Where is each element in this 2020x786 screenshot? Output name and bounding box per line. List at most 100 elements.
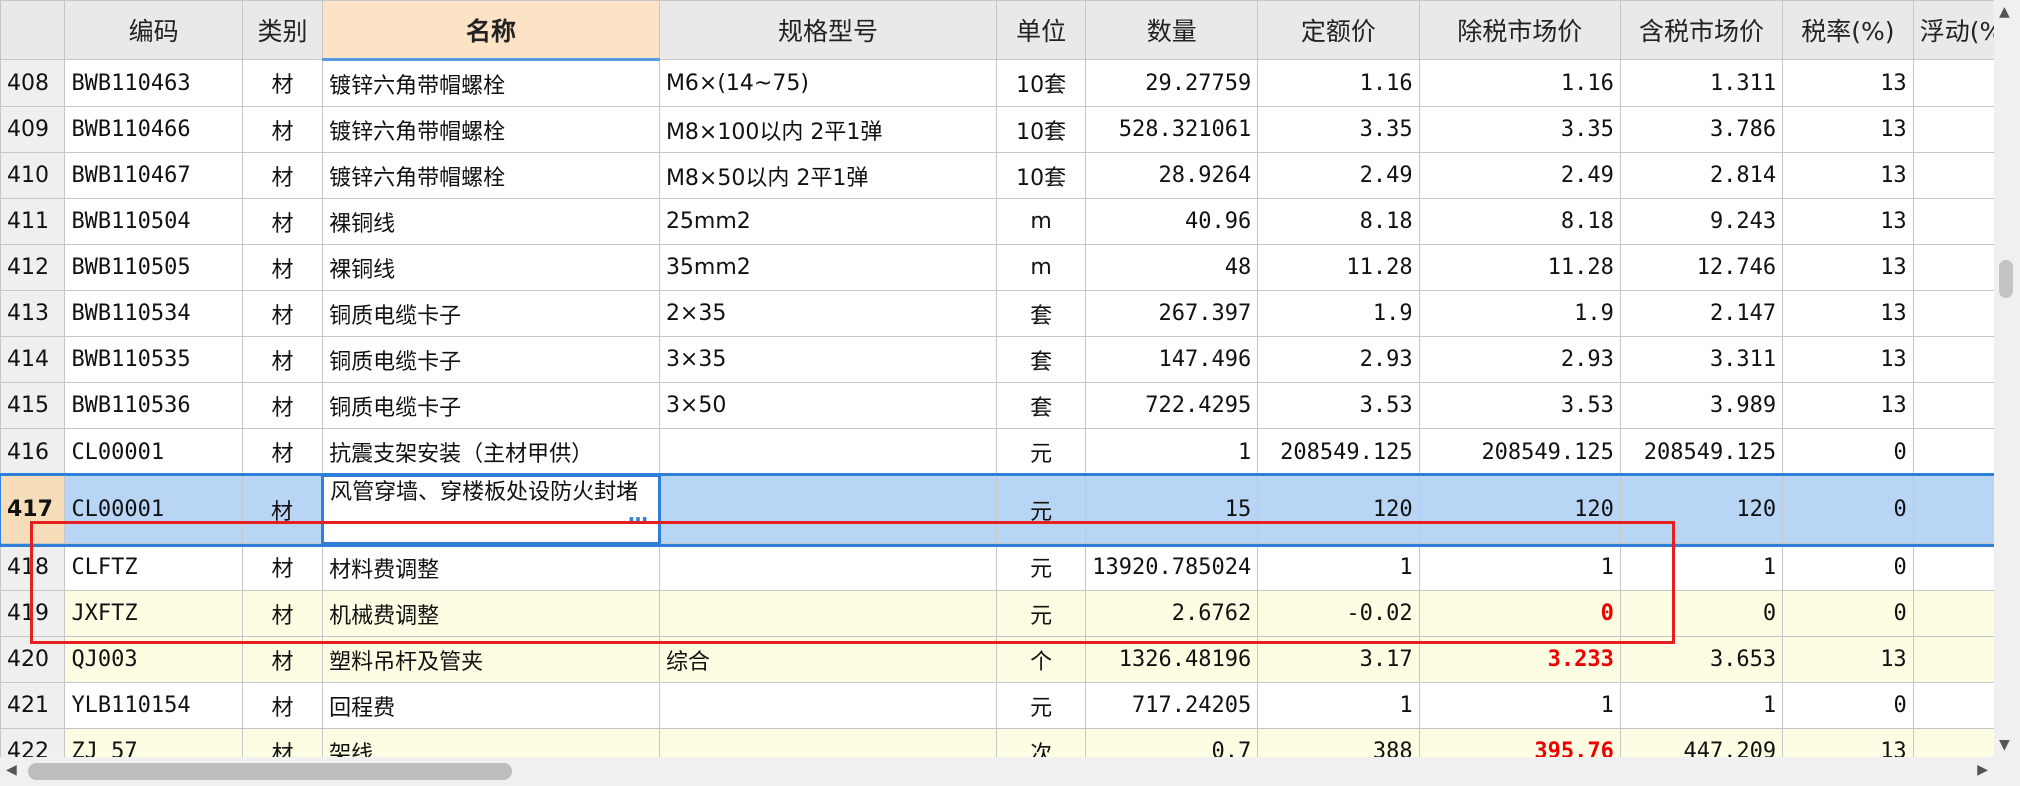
table-row[interactable]: 419 JXFTZ 材 机械费调整 元 2.6762 -0.02 0 0 0 (0, 590, 2020, 637)
tax-rate-cell[interactable]: 13 (1782, 198, 1914, 245)
quantity-cell[interactable]: 267.397 (1085, 290, 1259, 337)
code-cell[interactable]: QJ003 (64, 636, 243, 683)
scroll-down-icon[interactable]: ▼ (1999, 737, 2010, 753)
table-row[interactable]: 421 YLB110154 材 回程费 元 717.24205 1 1 1 0 (0, 682, 2020, 729)
tax-rate-cell[interactable]: 0 (1782, 590, 1914, 637)
in-tax-price-cell[interactable]: 3.311 (1619, 336, 1784, 383)
quantity-cell[interactable]: 147.496 (1085, 336, 1259, 383)
header-quota-price[interactable]: 定额价 (1257, 0, 1420, 60)
spec-cell[interactable]: 综合 (658, 636, 997, 683)
table-row[interactable]: 408 BWB110463 材 镀锌六角带帽螺栓 M6×(14~75) 10套 … (0, 59, 2020, 107)
row-number[interactable]: 413 (0, 290, 66, 337)
code-cell[interactable]: BWB110534 (64, 290, 243, 337)
quota-price-cell[interactable]: 2.49 (1257, 152, 1420, 199)
quantity-cell[interactable]: 1 (1085, 428, 1259, 476)
name-cell[interactable]: 裸铜线 (322, 244, 660, 291)
horizontal-scrollbar[interactable]: ◀ ▶ (0, 757, 1994, 786)
quantity-cell[interactable]: 28.9264 (1085, 152, 1259, 199)
name-cell[interactable]: 机械费调整 (322, 590, 660, 637)
row-number[interactable]: 410 (0, 152, 66, 199)
header-quantity[interactable]: 数量 (1085, 0, 1259, 60)
quota-price-cell[interactable]: 2.93 (1257, 336, 1420, 383)
horizontal-scroll-thumb[interactable] (28, 763, 512, 780)
name-cell[interactable]: 镀锌六角带帽螺栓 (322, 106, 660, 153)
quantity-cell[interactable]: 13920.785024 (1085, 543, 1259, 591)
quota-price-cell[interactable]: 1.9 (1257, 290, 1420, 337)
spec-cell[interactable]: 25mm2 (658, 198, 997, 245)
tax-rate-cell[interactable]: 13 (1782, 336, 1914, 383)
ex-tax-price-cell[interactable]: 2.49 (1418, 152, 1621, 199)
quota-price-cell[interactable]: 3.35 (1257, 106, 1420, 153)
code-cell[interactable]: YLB110154 (64, 682, 243, 729)
type-cell[interactable]: 材 (241, 106, 324, 153)
spec-cell[interactable]: 3×35 (658, 336, 997, 383)
quota-price-cell[interactable]: 1.16 (1257, 59, 1420, 107)
quantity-cell[interactable]: 40.96 (1085, 198, 1259, 245)
row-number[interactable]: 414 (0, 336, 66, 383)
spec-cell[interactable]: 2×35 (658, 290, 997, 337)
code-cell[interactable]: CLFTZ (64, 543, 243, 591)
row-number[interactable]: 420 (0, 636, 66, 683)
code-cell[interactable]: BWB110505 (64, 244, 243, 291)
ex-tax-price-cell[interactable]: 1.9 (1418, 290, 1621, 337)
more-options-button[interactable]: … (628, 501, 648, 527)
ex-tax-price-cell[interactable]: 1.16 (1418, 59, 1621, 107)
spec-cell[interactable] (658, 590, 997, 637)
code-cell[interactable]: BWB110535 (64, 336, 243, 383)
code-cell[interactable]: CL00001 (64, 428, 243, 476)
ex-tax-price-cell[interactable]: 208549.125 (1418, 428, 1621, 476)
type-cell[interactable]: 材 (241, 682, 324, 729)
tax-rate-cell[interactable]: 13 (1782, 636, 1914, 683)
name-cell[interactable]: 铜质电缆卡子 (322, 382, 660, 429)
table-row[interactable]: 415 BWB110536 材 铜质电缆卡子 3×50 套 722.4295 3… (0, 382, 2020, 429)
row-number[interactable]: 411 (0, 198, 66, 245)
code-cell[interactable]: BWB110463 (64, 59, 243, 107)
header-spec[interactable]: 规格型号 (658, 0, 997, 60)
type-cell[interactable]: 材 (241, 336, 324, 383)
tax-rate-cell[interactable]: 13 (1782, 59, 1914, 107)
in-tax-price-cell[interactable]: 1 (1619, 543, 1784, 591)
table-row[interactable]: 418 CLFTZ 材 材料费调整 元 13920.785024 1 1 1 0 (0, 543, 2020, 591)
quantity-cell[interactable]: 722.4295 (1085, 382, 1259, 429)
ex-tax-price-cell[interactable]: 0 (1418, 590, 1621, 637)
quantity-cell[interactable]: 48 (1085, 244, 1259, 291)
ex-tax-price-cell[interactable]: 1 (1418, 682, 1621, 729)
scroll-right-icon[interactable]: ▶ (1977, 762, 1988, 778)
ex-tax-price-cell[interactable]: 3.35 (1418, 106, 1621, 153)
tax-rate-cell[interactable]: 13 (1782, 382, 1914, 429)
unit-cell[interactable]: m (995, 244, 1087, 291)
in-tax-price-cell[interactable]: 9.243 (1619, 198, 1784, 245)
unit-cell[interactable]: 元 (995, 475, 1087, 544)
spec-cell[interactable] (658, 428, 997, 476)
table-row[interactable]: 410 BWB110467 材 镀锌六角带帽螺栓 M8×50以内 2平1弹 10… (0, 152, 2020, 199)
ex-tax-price-cell[interactable]: 3.233 (1418, 636, 1621, 683)
name-cell-editing[interactable]: 风管穿墙、穿楼板处设防火封堵 … (321, 474, 661, 545)
unit-cell[interactable]: 元 (995, 543, 1087, 591)
tax-rate-cell[interactable]: 13 (1782, 106, 1914, 153)
unit-cell[interactable]: 套 (995, 382, 1087, 429)
unit-cell[interactable]: 元 (995, 682, 1087, 729)
quantity-cell[interactable]: 15 (1085, 475, 1259, 544)
code-cell[interactable]: BWB110467 (64, 152, 243, 199)
type-cell[interactable]: 材 (241, 59, 324, 107)
in-tax-price-cell[interactable]: 2.147 (1619, 290, 1784, 337)
header-unit[interactable]: 单位 (995, 0, 1087, 60)
quantity-cell[interactable]: 29.27759 (1085, 59, 1259, 107)
table-row[interactable]: 412 BWB110505 材 裸铜线 35mm2 m 48 11.28 11.… (0, 244, 2020, 291)
quota-price-cell[interactable]: 1 (1257, 682, 1420, 729)
type-cell[interactable]: 材 (241, 475, 324, 544)
type-cell[interactable]: 材 (241, 382, 324, 429)
type-cell[interactable]: 材 (241, 244, 324, 291)
row-number[interactable]: 412 (0, 244, 66, 291)
row-number[interactable]: 408 (0, 59, 66, 107)
row-number[interactable]: 416 (0, 428, 66, 476)
ex-tax-price-cell[interactable]: 8.18 (1418, 198, 1621, 245)
vertical-scroll-thumb[interactable] (1999, 260, 2013, 298)
spec-cell[interactable]: M8×100以内 2平1弹 (658, 106, 997, 153)
spec-cell[interactable]: M6×(14~75) (658, 59, 997, 107)
quantity-cell[interactable]: 717.24205 (1085, 682, 1259, 729)
tax-rate-cell[interactable]: 13 (1782, 152, 1914, 199)
vertical-scrollbar[interactable]: ▲ ▼ (1994, 0, 2020, 757)
name-cell[interactable]: 裸铜线 (322, 198, 660, 245)
name-cell[interactable]: 铜质电缆卡子 (322, 336, 660, 383)
